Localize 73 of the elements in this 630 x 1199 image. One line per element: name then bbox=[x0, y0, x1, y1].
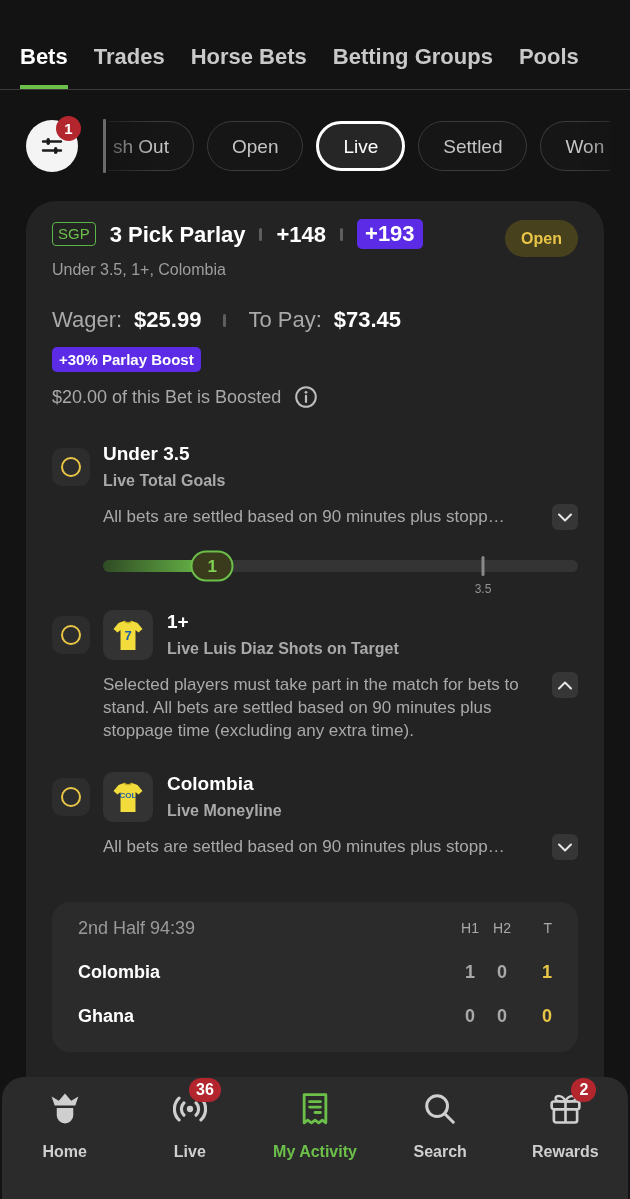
boosted-odds-tag: +193 bbox=[357, 219, 423, 249]
status-ring-icon bbox=[52, 778, 90, 816]
column-header: H2 bbox=[492, 919, 512, 938]
bet-title: 3 Pick Parlay bbox=[109, 220, 246, 249]
target-value-label: 3.5 bbox=[474, 582, 492, 596]
selection-title: 1+ bbox=[167, 610, 190, 634]
score-value: 0 bbox=[464, 1005, 476, 1028]
column-header: T bbox=[542, 919, 553, 938]
chevron-down-icon bbox=[558, 842, 572, 852]
score-value: 0 bbox=[541, 1005, 553, 1028]
tab[interactable]: Trades bbox=[93, 43, 165, 89]
jersey-number: 7 bbox=[123, 629, 133, 642]
team-name: Colombia bbox=[78, 961, 161, 984]
score-value: 1 bbox=[541, 961, 553, 984]
rules-text: All bets are settled based on 90 minutes plus stopp… bbox=[103, 506, 506, 528]
notification-badge: 2 bbox=[571, 1078, 597, 1102]
bottom-nav-tab[interactable]: My Activity bbox=[252, 1077, 378, 1199]
expand-toggle[interactable] bbox=[552, 834, 578, 860]
selection-title: Under 3.5 bbox=[103, 442, 191, 466]
expand-toggle[interactable] bbox=[552, 672, 578, 698]
bottom-nav-tab[interactable]: Home bbox=[2, 1077, 128, 1199]
tab[interactable]: Betting Groups bbox=[332, 43, 493, 89]
rules-text: Selected players must take part in the match for bets to stand. All bets are settled based on 90 minutes plus stoppage time (excluding any extra time). bbox=[103, 674, 520, 742]
team-name: Ghana bbox=[78, 1005, 135, 1028]
receipt-icon bbox=[302, 1093, 328, 1125]
notification-badge: 1 bbox=[56, 116, 81, 141]
tab[interactable]: Bets bbox=[20, 43, 68, 89]
sliders-icon bbox=[41, 137, 63, 155]
bottom-nav-tab[interactable]: Search bbox=[377, 1077, 503, 1199]
jersey-icon bbox=[103, 772, 153, 822]
wager-label: Wager: bbox=[52, 306, 123, 334]
wager-amount: $25.99 bbox=[134, 306, 202, 334]
bottom-nav-tab[interactable]: 36 Live bbox=[127, 1077, 253, 1199]
boost-note: $20.00 of this Bet is Boosted bbox=[52, 386, 282, 409]
payout-label: To Pay: bbox=[248, 306, 322, 334]
progress-thumb: 1 bbox=[190, 550, 234, 582]
jersey-icon bbox=[103, 610, 153, 660]
expand-toggle[interactable] bbox=[552, 504, 578, 530]
status-pill: Open bbox=[505, 220, 578, 257]
score-value: 0 bbox=[496, 1005, 508, 1028]
filter-chip[interactable]: Settled bbox=[418, 121, 528, 171]
chevron-down-icon bbox=[558, 512, 572, 522]
match-clock: 2nd Half 94:39 bbox=[78, 917, 197, 940]
gift-icon bbox=[549, 1093, 581, 1125]
bottom-nav-tab[interactable]: 2 Rewards bbox=[502, 1077, 628, 1199]
sgp-tag: SGP bbox=[52, 222, 96, 246]
filter-chip[interactable]: Open bbox=[207, 121, 304, 171]
market-name: Live Total Goals bbox=[103, 471, 226, 491]
jersey-number: COL bbox=[118, 792, 138, 800]
info-icon bbox=[295, 386, 318, 408]
crown-logo-icon bbox=[49, 1093, 80, 1125]
tab[interactable]: Horse Bets bbox=[190, 43, 307, 89]
market-name: Live Luis Diaz Shots on Target bbox=[167, 639, 399, 659]
parlay-boost-tag: +30% Parlay Boost bbox=[52, 347, 201, 372]
filter-chip[interactable]: Won bbox=[540, 121, 611, 171]
rules-text: All bets are settled based on 90 minutes plus stopp… bbox=[103, 836, 506, 858]
original-odds: +148 bbox=[276, 220, 327, 249]
score-value: 0 bbox=[496, 961, 508, 984]
status-ring-icon bbox=[52, 616, 90, 654]
chevron-up-icon bbox=[558, 680, 572, 690]
tab[interactable]: Pools bbox=[518, 43, 579, 89]
score-value: 1 bbox=[464, 961, 476, 984]
filter-chip[interactable]: Live bbox=[316, 121, 406, 171]
market-name: Live Moneyline bbox=[167, 801, 282, 821]
payout-amount: $73.45 bbox=[333, 306, 402, 334]
selection-title: Colombia bbox=[167, 772, 255, 796]
broadcast-icon bbox=[172, 1096, 207, 1122]
filter-chip[interactable]: sh Out bbox=[108, 121, 194, 171]
notification-badge: 36 bbox=[189, 1078, 221, 1102]
search-icon bbox=[425, 1094, 456, 1124]
column-header: H1 bbox=[460, 919, 480, 938]
selections-summary: Under 3.5, 1+, Colombia bbox=[52, 260, 227, 280]
status-ring-icon bbox=[52, 448, 90, 486]
